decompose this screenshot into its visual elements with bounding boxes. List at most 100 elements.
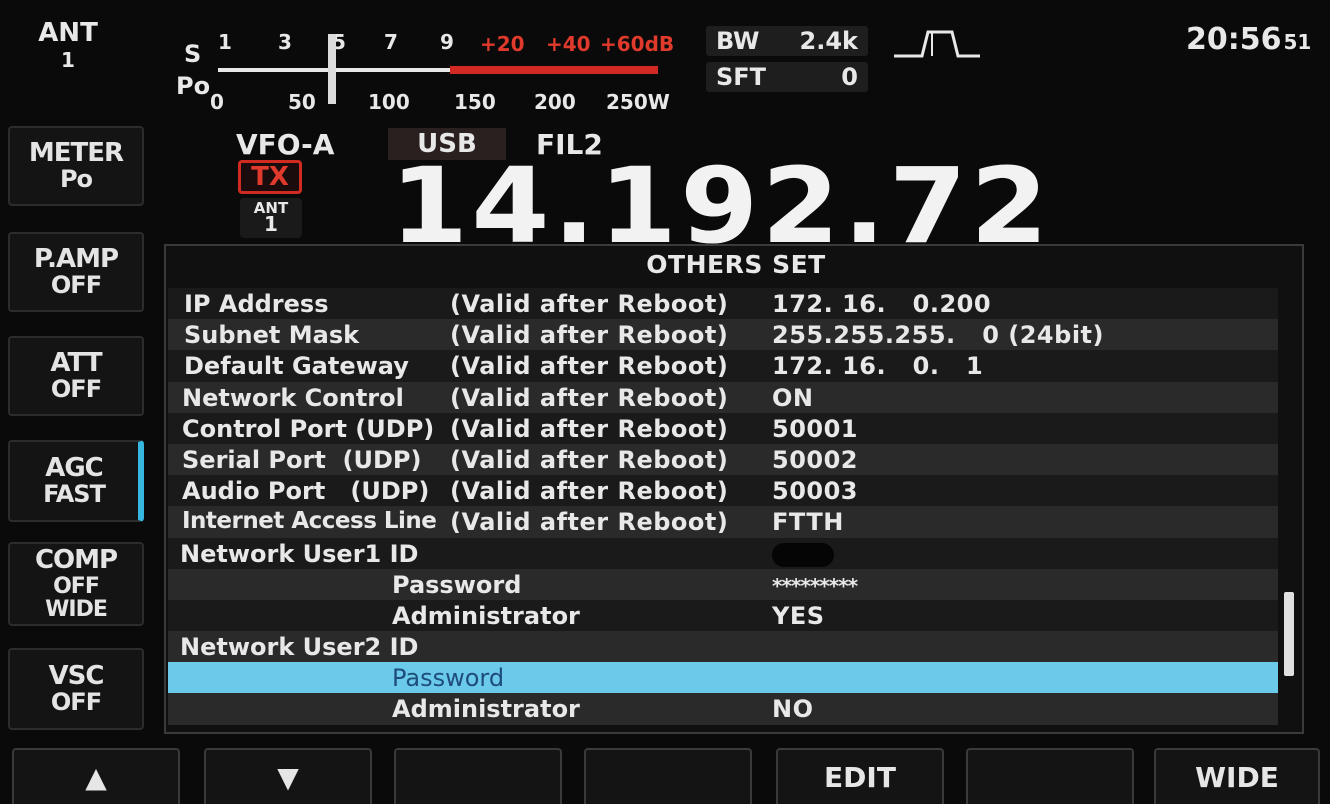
- scrollbar-thumb[interactable]: [1284, 592, 1294, 676]
- wide-button[interactable]: WIDE: [1154, 748, 1320, 804]
- s-scale-plus40: +40: [546, 32, 591, 56]
- others-set-panel: OTHERS SET IP Address (Valid after Reboo…: [164, 244, 1304, 734]
- setting-row-internet-access-line[interactable]: Internet Access Line (Valid after Reboot…: [168, 506, 1278, 538]
- soft-key-6[interactable]: [966, 748, 1134, 804]
- bandwidth-label: BW: [716, 27, 760, 55]
- setting-name: Audio Port (UDP): [182, 477, 430, 506]
- frequency-display[interactable]: 14.192.72: [390, 154, 1052, 258]
- setting-row-user1-administrator[interactable]: Administrator YES: [168, 599, 1278, 632]
- soft-key-4[interactable]: [584, 748, 752, 804]
- edit-button[interactable]: EDIT: [776, 748, 944, 804]
- setting-row-network-control[interactable]: Network Control (Valid after Reboot) ON: [168, 381, 1278, 413]
- antenna-indicator[interactable]: ANT 1: [8, 20, 128, 72]
- setting-name: Network User1 ID: [180, 539, 419, 568]
- scroll-down-button[interactable]: ▼: [204, 748, 372, 804]
- preamp-key-label: P.AMP: [33, 243, 119, 274]
- preamp-key[interactable]: P.AMP OFF: [8, 232, 144, 312]
- compressor-key-width: WIDE: [45, 596, 108, 622]
- clock-seconds: 51: [1283, 30, 1312, 54]
- shift-label: SFT: [716, 63, 767, 91]
- redacted-mark: [772, 542, 834, 567]
- setting-value: FTTH: [772, 508, 844, 537]
- bandwidth-display: BW 2.4k: [706, 26, 868, 56]
- setting-name: Internet Access Line: [182, 508, 437, 535]
- setting-name: Password: [392, 664, 505, 693]
- setting-row-user2-password[interactable]: Password: [168, 662, 1278, 694]
- agc-key[interactable]: AGC FAST: [8, 440, 144, 522]
- tx-indicator: TX: [238, 160, 302, 194]
- clock: 20:56 51: [1186, 22, 1311, 57]
- setting-row-serial-port[interactable]: Serial Port (UDP) (Valid after Reboot) 5…: [168, 443, 1278, 476]
- setting-row-user1-id[interactable]: Network User1 ID: [168, 537, 1278, 569]
- setting-value: 255.255.255. 0 (24bit): [772, 321, 1104, 350]
- attenuator-key[interactable]: ATT OFF: [8, 336, 144, 416]
- meter-key-value: Po: [59, 165, 93, 194]
- preamp-key-value: OFF: [50, 271, 102, 300]
- setting-note: (Valid after Reboot): [450, 290, 729, 318]
- setting-row-audio-port[interactable]: Audio Port (UDP) (Valid after Reboot) 50…: [168, 475, 1278, 507]
- setting-row-default-gateway[interactable]: Default Gateway (Valid after Reboot) 172…: [168, 350, 1278, 382]
- setting-name: Serial Port (UDP): [182, 445, 422, 474]
- po-scale-200: 200: [534, 90, 576, 114]
- clock-time: 20:56: [1186, 22, 1282, 57]
- setting-value: 50003: [772, 477, 858, 506]
- vsc-key-value: OFF: [50, 688, 102, 717]
- s-scale-7: 7: [384, 30, 398, 54]
- setting-name: Network Control: [182, 383, 404, 412]
- antenna-label: ANT: [38, 18, 98, 48]
- setting-value: NO: [772, 695, 814, 724]
- soft-key-3[interactable]: [394, 748, 562, 804]
- setting-value: 172. 16. 0.200: [772, 290, 992, 318]
- shift-value: 0: [841, 63, 858, 91]
- po-scale-50: 50: [288, 90, 316, 114]
- po-meter-label: Po: [176, 72, 211, 100]
- po-scale-100: 100: [368, 90, 410, 114]
- po-scale-250w: 250W: [606, 90, 670, 114]
- setting-note: (Valid after Reboot): [450, 508, 729, 537]
- setting-value: ON: [772, 383, 814, 412]
- compressor-key[interactable]: COMP OFF WIDE: [8, 542, 144, 626]
- setting-note: (Valid after Reboot): [450, 352, 729, 381]
- s-scale-over-line: [450, 66, 658, 74]
- setting-name: Administrator: [392, 601, 580, 630]
- setting-row-ip-address[interactable]: IP Address (Valid after Reboot) 172. 16.…: [168, 288, 1278, 320]
- vfo-antenna-indicator: ANT 1: [240, 198, 302, 238]
- s-scale-1: 1: [218, 30, 232, 54]
- setting-name: Network User2 ID: [180, 633, 419, 662]
- compressor-key-label: COMP: [34, 545, 118, 576]
- vfo-antenna-value: 1: [264, 212, 278, 236]
- setting-name: Default Gateway: [184, 352, 409, 381]
- setting-row-user2-administrator[interactable]: Administrator NO: [168, 693, 1278, 725]
- setting-name: Control Port (UDP): [182, 414, 435, 443]
- setting-row-subnet-mask[interactable]: Subnet Mask (Valid after Reboot) 255.255…: [168, 319, 1278, 351]
- s-scale-plus20: +20: [480, 32, 525, 56]
- vfo-label: VFO-A: [236, 128, 335, 161]
- setting-value: YES: [772, 601, 825, 630]
- panel-title: OTHERS SET: [646, 250, 826, 279]
- s-scale-3: 3: [278, 30, 292, 54]
- signal-power-meter: S Po 1 3 5 7 9 +20 +40 +60dB 0 50 100 15…: [168, 20, 678, 118]
- vsc-key[interactable]: VSC OFF: [8, 648, 144, 730]
- setting-note: (Valid after Reboot): [450, 477, 729, 506]
- filter-shape-icon: [894, 30, 980, 58]
- meter-key-label: METER: [28, 137, 124, 168]
- setting-row-user2-id[interactable]: Network User2 ID: [168, 631, 1278, 663]
- setting-note: (Valid after Reboot): [450, 383, 729, 412]
- setting-name: Password: [392, 570, 522, 599]
- meter-key[interactable]: METER Po: [8, 126, 144, 206]
- scroll-up-button[interactable]: ▲: [12, 748, 180, 804]
- s-scale-9: 9: [440, 30, 454, 54]
- setting-note: (Valid after Reboot): [450, 414, 729, 443]
- transceiver-screen: ANT 1 METER Po P.AMP OFF ATT OFF AGC FAS…: [0, 0, 1330, 804]
- setting-note: (Valid after Reboot): [450, 321, 729, 350]
- attenuator-key-value: OFF: [50, 375, 102, 404]
- shift-display: SFT 0: [706, 62, 868, 92]
- setting-row-control-port[interactable]: Control Port (UDP) (Valid after Reboot) …: [168, 412, 1278, 444]
- setting-value: 50001: [772, 414, 858, 443]
- meter-needle: [328, 34, 336, 104]
- s-meter-label: S: [184, 40, 202, 68]
- setting-name: Administrator: [392, 695, 580, 724]
- setting-value-redacted: [772, 540, 834, 568]
- setting-row-user1-password[interactable]: Password *********: [168, 568, 1278, 600]
- setting-note: (Valid after Reboot): [450, 445, 729, 474]
